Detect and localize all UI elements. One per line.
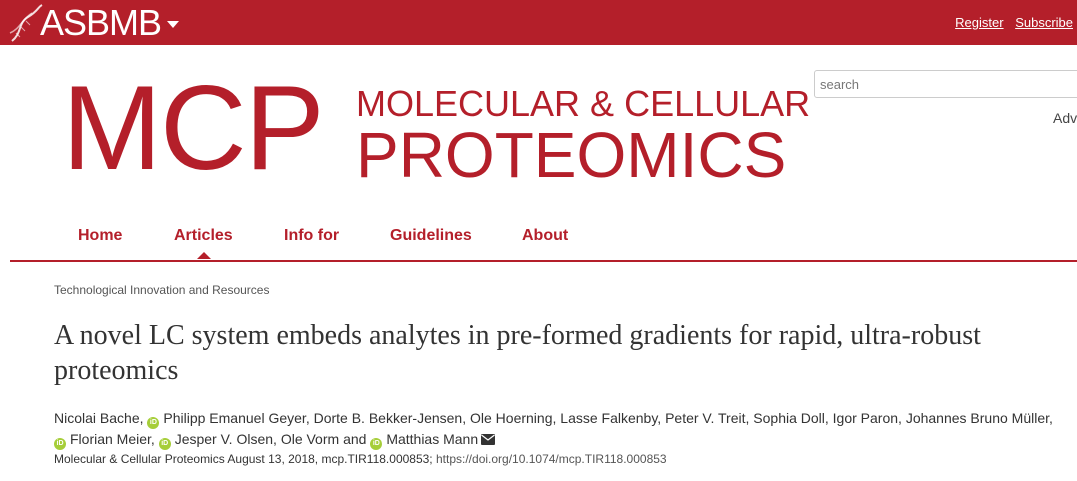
author-name[interactable]: Philipp Emanuel Geyer xyxy=(163,410,305,426)
author-name[interactable]: Igor Paron xyxy=(833,410,898,426)
author-name[interactable]: Florian Meier xyxy=(70,431,151,447)
author-conjunction: and xyxy=(343,431,367,447)
asbmb-helix-icon xyxy=(9,3,43,42)
author-name[interactable]: Johannes Bruno Müller xyxy=(906,410,1049,426)
citation-text: Molecular & Cellular Proteomics August 1… xyxy=(54,452,433,466)
dropdown-caret-icon xyxy=(167,21,180,28)
author-name[interactable]: Ole Vorm xyxy=(281,431,339,447)
account-links: Register Subscribe xyxy=(947,15,1073,30)
author-name[interactable]: Lasse Falkenby xyxy=(560,410,657,426)
nav-info-for[interactable]: Info for xyxy=(284,227,339,245)
author-name[interactable]: Nicolai Bache xyxy=(54,410,140,426)
main-nav: Home Articles Info for Guidelines About xyxy=(10,218,1077,262)
doi-link[interactable]: https://doi.org/10.1074/mcp.TIR118.00085… xyxy=(436,452,667,466)
nav-articles[interactable]: Articles xyxy=(174,227,233,245)
journal-logo-mcp[interactable]: MCP xyxy=(62,68,325,188)
active-nav-indicator xyxy=(197,252,211,259)
nav-home[interactable]: Home xyxy=(78,227,122,245)
article-title: A novel LC system embeds analytes in pre… xyxy=(54,320,981,386)
top-bar: ASBMB Register Subscribe xyxy=(0,0,1077,45)
orcid-icon[interactable]: iD xyxy=(147,417,160,429)
register-link[interactable]: Register xyxy=(955,15,1003,30)
advanced-search-link[interactable]: Adv xyxy=(1053,110,1077,126)
article-citation: Molecular & Cellular Proteomics August 1… xyxy=(54,452,667,466)
asbmb-brand-menu[interactable]: ASBMB xyxy=(8,0,180,45)
nav-about[interactable]: About xyxy=(522,227,568,245)
article-section-label: Technological Innovation and Resources xyxy=(54,283,270,297)
journal-logo-line2[interactable]: PROTEOMICS xyxy=(356,120,786,190)
journal-logo-line1[interactable]: MOLECULAR & CELLULAR xyxy=(356,84,810,124)
author-name[interactable]: Ole Hoerning xyxy=(470,410,553,426)
orcid-icon[interactable]: iD xyxy=(370,438,383,450)
asbmb-logo-text: ASBMB xyxy=(40,2,162,43)
author-name[interactable]: Peter V. Treit xyxy=(665,410,745,426)
orcid-icon[interactable]: iD xyxy=(54,438,66,450)
subscribe-link[interactable]: Subscribe xyxy=(1015,15,1073,30)
author-name[interactable]: Matthias Mann xyxy=(386,431,478,447)
envelope-icon[interactable] xyxy=(481,434,496,445)
nav-guidelines[interactable]: Guidelines xyxy=(390,227,472,245)
search-input[interactable] xyxy=(814,70,1077,98)
author-name[interactable]: Sophia Doll xyxy=(753,410,825,426)
author-name[interactable]: Dorte B. Bekker-Jensen xyxy=(314,410,463,426)
orcid-icon[interactable]: iD xyxy=(158,438,171,450)
author-name[interactable]: Jesper V. Olsen xyxy=(175,431,273,447)
author-list: Nicolai Bache, iD Philipp Emanuel Geyer, … xyxy=(54,408,1064,450)
